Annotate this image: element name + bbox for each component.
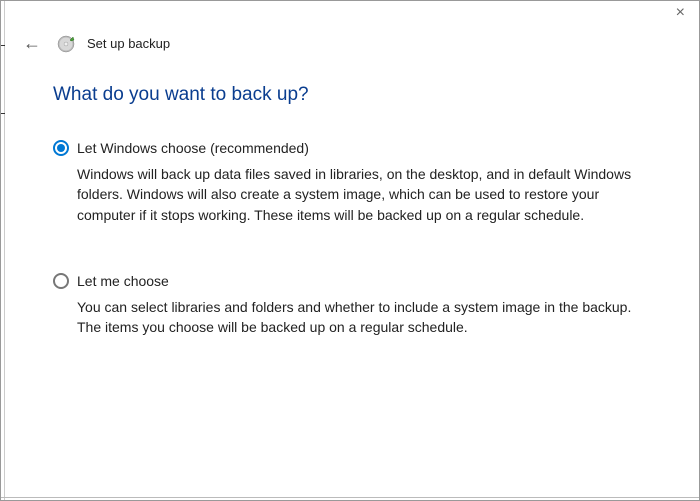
option-label: Let me choose — [77, 273, 169, 289]
option-recommended: Let Windows choose (recommended) Windows… — [53, 140, 647, 225]
bottom-border — [1, 497, 699, 500]
back-arrow-icon[interactable]: ← — [19, 31, 45, 56]
gutter-tick — [1, 45, 5, 46]
option-label: Let Windows choose (recommended) — [77, 140, 309, 156]
left-gutter — [1, 1, 5, 500]
radio-icon — [53, 273, 69, 289]
main-heading: What do you want to back up? — [53, 84, 647, 106]
wizard-header: ← Set up backup — [1, 1, 699, 56]
backup-icon — [57, 35, 75, 53]
option-description: You can select libraries and folders and… — [53, 297, 647, 338]
radio-icon — [53, 140, 69, 156]
radio-option-letmechoose[interactable]: Let me choose — [53, 273, 647, 289]
radio-option-recommended[interactable]: Let Windows choose (recommended) — [53, 140, 647, 156]
page-title: Set up backup — [87, 36, 170, 51]
close-icon[interactable]: × — [676, 5, 685, 21]
option-letmechoose: Let me choose You can select libraries a… — [53, 273, 647, 338]
gutter-tick — [1, 113, 5, 114]
option-description: Windows will back up data files saved in… — [53, 164, 647, 225]
content-area: What do you want to back up? Let Windows… — [1, 56, 699, 337]
